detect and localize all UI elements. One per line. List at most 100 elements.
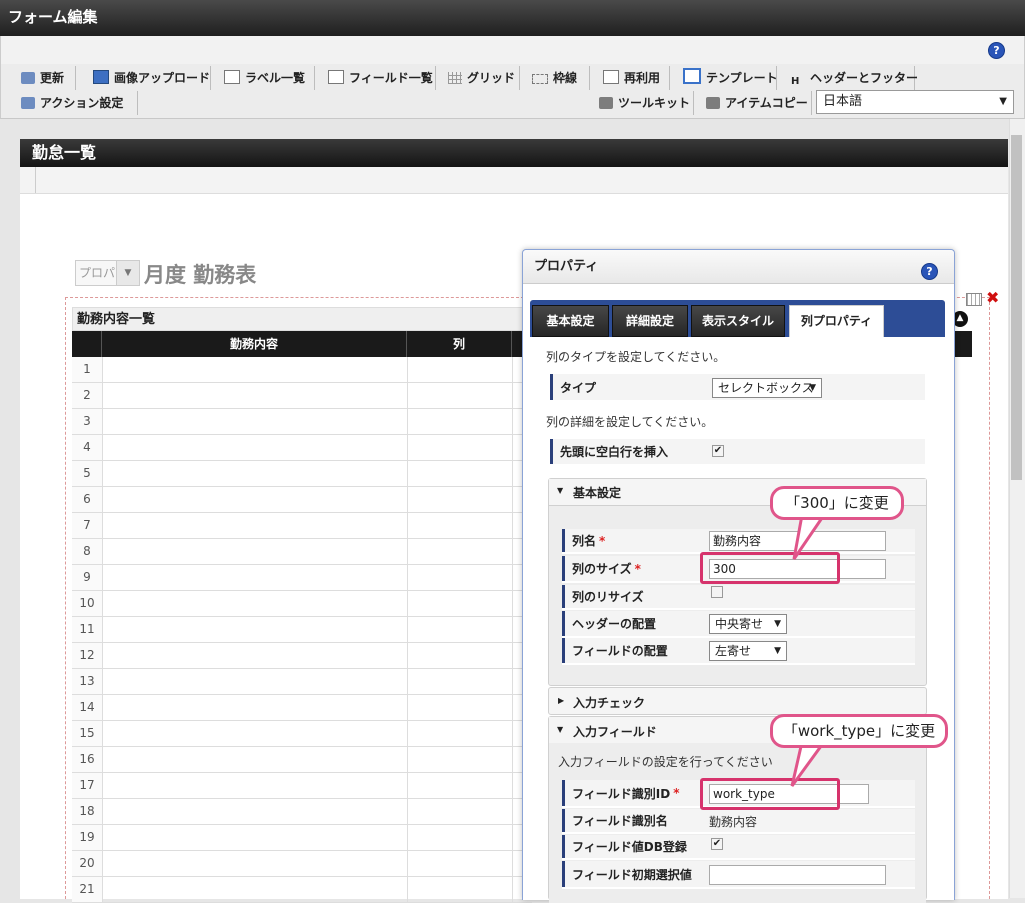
input-check-section[interactable]: ▶ 入力チェック: [548, 687, 927, 715]
size-callout-pointer: [792, 515, 826, 560]
col-name-row: 列名 * 勤務内容: [562, 529, 915, 554]
image-upload-button[interactable]: 画像アップロード: [87, 66, 211, 90]
grid-button[interactable]: グリッド: [442, 66, 520, 90]
table-cell[interactable]: [102, 539, 408, 564]
table-row: 20: [72, 851, 532, 877]
db-register-checkbox[interactable]: ✔: [711, 838, 723, 850]
field-align-value: 左寄せ: [715, 644, 752, 658]
table-row: 2: [72, 383, 532, 409]
item-copy-button[interactable]: アイテムコピー: [700, 91, 812, 115]
blank-row-checkbox[interactable]: ✔: [712, 445, 724, 457]
label-list-button[interactable]: ラベル一覧: [218, 66, 315, 90]
action-settings-label: アクション設定: [40, 96, 124, 110]
grid-icon[interactable]: [966, 293, 982, 306]
help-icon[interactable]: ?: [988, 42, 1005, 59]
type-select[interactable]: セレクトボックス ▼: [712, 378, 822, 398]
month-select-value: プロパ: [79, 266, 116, 280]
toolkit-button[interactable]: ツールキット: [593, 91, 694, 115]
table-cell[interactable]: [407, 851, 513, 876]
table-cell[interactable]: [102, 565, 408, 590]
month-select[interactable]: プロパ ▼: [75, 260, 140, 286]
table-cell[interactable]: [102, 877, 408, 902]
table-header-work[interactable]: 勤務内容: [102, 331, 407, 357]
table-cell[interactable]: [407, 357, 513, 382]
table-cell[interactable]: [407, 487, 513, 512]
field-list-button[interactable]: フィールド一覧: [322, 66, 436, 90]
panel-help-icon[interactable]: ?: [921, 263, 938, 280]
table-header-col[interactable]: 列: [407, 331, 512, 357]
page-scrollbar-thumb[interactable]: [1011, 135, 1022, 480]
header-align-label: ヘッダーの配置: [562, 611, 702, 636]
label-list-label: ラベル一覧: [245, 71, 306, 85]
close-icon[interactable]: ✖: [986, 288, 999, 307]
template-button[interactable]: テンプレート: [677, 66, 778, 90]
table-cell[interactable]: [102, 513, 408, 538]
initial-value-input[interactable]: [709, 865, 886, 885]
table-cell[interactable]: [102, 851, 408, 876]
table-cell[interactable]: [102, 799, 408, 824]
field-list-label: フィールド一覧: [349, 71, 433, 85]
table-cell[interactable]: [102, 487, 408, 512]
language-select[interactable]: 日本語 ▼: [816, 90, 1014, 114]
panel-tabs: 基本設定 詳細設定 表示スタイル 列プロパティ: [530, 300, 945, 337]
table-cell[interactable]: [407, 825, 513, 850]
window-title: フォーム編集: [0, 0, 1025, 36]
table-row: 10: [72, 591, 532, 617]
table-cell[interactable]: [407, 461, 513, 486]
table-cell[interactable]: [407, 799, 513, 824]
table-cell[interactable]: [102, 461, 408, 486]
table-cell[interactable]: [407, 565, 513, 590]
table-cell[interactable]: [102, 747, 408, 772]
header-footer-button[interactable]: H ヘッダーとフッター: [785, 66, 918, 90]
col-resize-checkbox[interactable]: [711, 586, 723, 598]
table-cell[interactable]: [102, 721, 408, 746]
table-cell[interactable]: [407, 435, 513, 460]
table-cell[interactable]: [407, 695, 513, 720]
table-cell[interactable]: [102, 669, 408, 694]
initial-value-label: フィールド初期選択値: [562, 861, 702, 887]
form-subbar: [20, 167, 1008, 194]
table-cell[interactable]: [102, 617, 408, 642]
field-align-select[interactable]: 左寄せ ▼: [709, 641, 787, 661]
table-cell[interactable]: [407, 643, 513, 668]
chevron-right-icon: ▶: [558, 696, 565, 705]
tab-detail[interactable]: 詳細設定: [612, 305, 688, 337]
table-cell[interactable]: [102, 357, 408, 382]
table-cell[interactable]: [407, 591, 513, 616]
table-cell[interactable]: [407, 409, 513, 434]
table-cell[interactable]: [407, 669, 513, 694]
table-cell[interactable]: [102, 695, 408, 720]
reuse-button[interactable]: 再利用: [597, 66, 670, 90]
table-cell[interactable]: [407, 747, 513, 772]
header-align-row: ヘッダーの配置 中央寄せ ▼: [562, 611, 915, 638]
table-cell[interactable]: [407, 383, 513, 408]
table-row: 21: [72, 877, 532, 903]
item-copy-label: アイテムコピー: [725, 96, 808, 110]
action-settings-button[interactable]: アクション設定: [15, 91, 138, 115]
table-cell[interactable]: [102, 825, 408, 850]
table-cell[interactable]: [102, 409, 408, 434]
table-cell[interactable]: [102, 643, 408, 668]
update-button[interactable]: 更新: [15, 66, 76, 90]
table-cell[interactable]: [102, 773, 408, 798]
table-cell[interactable]: [102, 383, 408, 408]
table-cell[interactable]: [407, 721, 513, 746]
tab-column-property[interactable]: 列プロパティ: [789, 305, 884, 337]
table-cell[interactable]: [407, 877, 513, 902]
chevron-down-icon: ▼: [557, 725, 564, 734]
header-align-select[interactable]: 中央寄せ ▼: [709, 614, 787, 634]
table-cell[interactable]: [407, 617, 513, 642]
table-cell[interactable]: [407, 773, 513, 798]
table-cell[interactable]: [407, 513, 513, 538]
header-align-value: 中央寄せ: [715, 617, 764, 631]
table-cell[interactable]: [102, 591, 408, 616]
tab-basic[interactable]: 基本設定: [532, 305, 609, 337]
field-align-label: フィールドの配置: [562, 638, 702, 663]
detail-hint: 列の詳細を設定してください。: [546, 415, 714, 429]
table-cell[interactable]: [102, 435, 408, 460]
field-id-label-text: フィールド識別ID: [572, 786, 671, 801]
tab-display-style[interactable]: 表示スタイル: [691, 305, 785, 337]
border-button[interactable]: 枠線: [526, 66, 590, 90]
col-size-label-text: 列のサイズ: [572, 562, 632, 576]
table-cell[interactable]: [407, 539, 513, 564]
